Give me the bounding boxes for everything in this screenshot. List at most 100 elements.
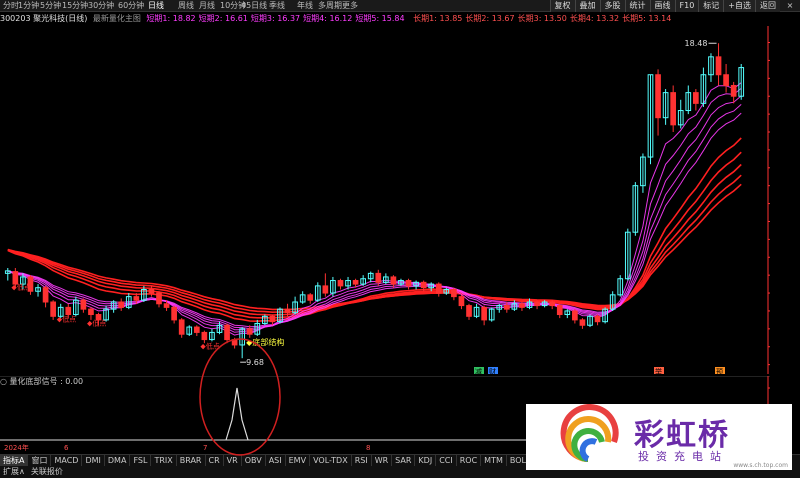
- toolbar-button-7[interactable]: +自选: [723, 0, 755, 12]
- short-ma-5: 短期5: 15.84: [355, 14, 405, 23]
- candle-body-11: [88, 308, 94, 316]
- indicator-tab-10[interactable]: OBV: [242, 455, 266, 466]
- long-ma-3: 长期3: 13.50: [517, 14, 567, 23]
- sub-indicator-title: ○ 量化底部信号 : 0.00: [0, 376, 83, 388]
- long-ma-4: 长期4: 13.32: [569, 14, 620, 23]
- long-ma-1: 长期1: 13.85: [413, 14, 463, 23]
- short-ma-1: 短期1: 18.82: [146, 14, 196, 23]
- indicator-tab-4[interactable]: DMA: [105, 455, 131, 466]
- indicator-tab-13[interactable]: VOL-TDX: [310, 455, 352, 466]
- candle-body-44: [337, 280, 344, 287]
- long-ma-2: 长期2: 13.67: [465, 14, 515, 23]
- candle-body-42: [322, 285, 329, 294]
- period-3[interactable]: 15分钟: [62, 0, 88, 12]
- candle-body-49: [375, 272, 382, 283]
- short-ma-4: 短期4: 16.12: [303, 14, 353, 23]
- period-10[interactable]: 45日线: [241, 0, 267, 12]
- period-6[interactable]: 日线: [148, 0, 164, 12]
- candle-body-21: [163, 303, 170, 308]
- indicator-tab-15[interactable]: WR: [372, 455, 393, 466]
- candle-body-94: [715, 56, 722, 76]
- short-ma-3: 短期3: 16.37: [250, 14, 301, 23]
- candle-body-29: [224, 324, 230, 341]
- indicator-tab-5[interactable]: FSL: [130, 455, 152, 466]
- candle-body-10: [80, 299, 87, 310]
- bottom-bar-item-0[interactable]: 扩展∧: [0, 466, 28, 478]
- indicator-tab-12[interactable]: EMV: [286, 455, 311, 466]
- low-point-marker-2: ◆低点: [57, 315, 76, 324]
- low-price-label: 9.68: [246, 358, 264, 367]
- period-13[interactable]: 多周期: [318, 0, 342, 12]
- period-12[interactable]: 年线: [297, 0, 313, 12]
- close-icon[interactable]: ×: [782, 0, 798, 12]
- indicator-tab-16[interactable]: SAR: [392, 455, 416, 466]
- main-chart[interactable]: 18.5018.0017.5017.0016.5016.0015.5015.00…: [0, 26, 770, 374]
- candle-body-91: [693, 92, 699, 104]
- toolbar-button-3[interactable]: 统计: [624, 0, 650, 12]
- indicator-tab-0[interactable]: 指标A: [0, 455, 29, 466]
- low-point-marker-3: ◆低点: [87, 318, 106, 327]
- toolbar-button-4[interactable]: 画线: [649, 0, 675, 12]
- candle-body-30: [231, 339, 238, 346]
- indicator-tab-18[interactable]: CCI: [436, 455, 457, 466]
- watermark-subtitle: 投资充电站: [638, 450, 728, 463]
- bottom-bar-item-1[interactable]: 关联报价: [28, 466, 66, 478]
- period-2[interactable]: 5分钟: [40, 0, 61, 12]
- short-ma-2: 短期2: 16.61: [198, 14, 248, 23]
- candle-body-26: [201, 331, 208, 341]
- candle-body-73: [556, 305, 563, 316]
- candle-body-40: [307, 294, 314, 301]
- period-11[interactable]: 季线: [269, 0, 285, 12]
- low-point-marker-4: ◆低点: [200, 342, 219, 351]
- date-year: 2024年: [4, 444, 29, 452]
- indicator-tab-11[interactable]: ASI: [266, 455, 286, 466]
- period-5[interactable]: 60分钟: [118, 0, 144, 12]
- candle-body-20: [156, 292, 162, 305]
- watermark: 彩虹桥 投资充电站 www.s.ch.top.com: [526, 404, 792, 470]
- candle-body-60: [458, 296, 465, 307]
- candle-body-70: [534, 301, 540, 307]
- period-0[interactable]: 分时: [3, 0, 19, 12]
- indicator-tab-2[interactable]: MACD: [51, 455, 83, 466]
- indicator-tab-1[interactable]: 窗口: [28, 455, 52, 466]
- indicator-tab-6[interactable]: TRIX: [151, 455, 177, 466]
- period-1[interactable]: 1分钟: [18, 0, 39, 12]
- toolbar-button-5[interactable]: F10: [674, 0, 699, 12]
- low-point-marker-1: ◆低点: [11, 282, 30, 291]
- toolbar-button-0[interactable]: 复权: [549, 0, 575, 12]
- candle-body-32: [246, 328, 253, 335]
- date-m6: 6: [64, 444, 69, 452]
- indicator-tab-7[interactable]: BRAR: [177, 455, 206, 466]
- period-14[interactable]: 更多: [342, 0, 358, 12]
- candle-body-35: [269, 315, 276, 323]
- indicator-tab-20[interactable]: MTM: [481, 455, 507, 466]
- candle-body-55: [420, 281, 427, 289]
- period-8[interactable]: 月线: [199, 0, 215, 12]
- candle-body-5: [42, 287, 49, 303]
- candle-body-37: [284, 308, 291, 314]
- event-marker-reduce: 减: [475, 367, 482, 374]
- candle-body-66: [503, 305, 510, 310]
- indicator-tab-14[interactable]: RSI: [352, 455, 372, 466]
- indicator-tab-3[interactable]: DMI: [82, 455, 105, 466]
- period-4[interactable]: 30分钟: [88, 0, 114, 12]
- toolbar-button-2[interactable]: 多股: [599, 0, 625, 12]
- candle-body-8: [65, 306, 72, 316]
- bottom-signal-spike: [225, 387, 249, 441]
- candle-body-96: [730, 84, 737, 97]
- indicator-tab-19[interactable]: ROC: [457, 455, 482, 466]
- stock-title: 300203 聚光科技(日线): [0, 14, 88, 23]
- sub-indicator-dot-icon: ○: [0, 377, 7, 386]
- candle-body-63: [481, 306, 487, 321]
- toolbar-button-6[interactable]: 标记: [698, 0, 724, 12]
- toolbar-button-8[interactable]: 返回: [755, 0, 780, 12]
- toolbar-button-1[interactable]: 叠加: [574, 0, 600, 12]
- indicator-tab-8[interactable]: CR: [206, 455, 224, 466]
- indicator-name[interactable]: 最新量化主图: [93, 14, 141, 23]
- candle-body-1: [12, 271, 19, 285]
- period-7[interactable]: 周线: [178, 0, 194, 12]
- candle-body-86: [655, 74, 661, 119]
- indicator-tab-17[interactable]: KDJ: [415, 455, 437, 466]
- indicator-tab-9[interactable]: VR: [224, 455, 242, 466]
- candle-body-51: [390, 276, 397, 285]
